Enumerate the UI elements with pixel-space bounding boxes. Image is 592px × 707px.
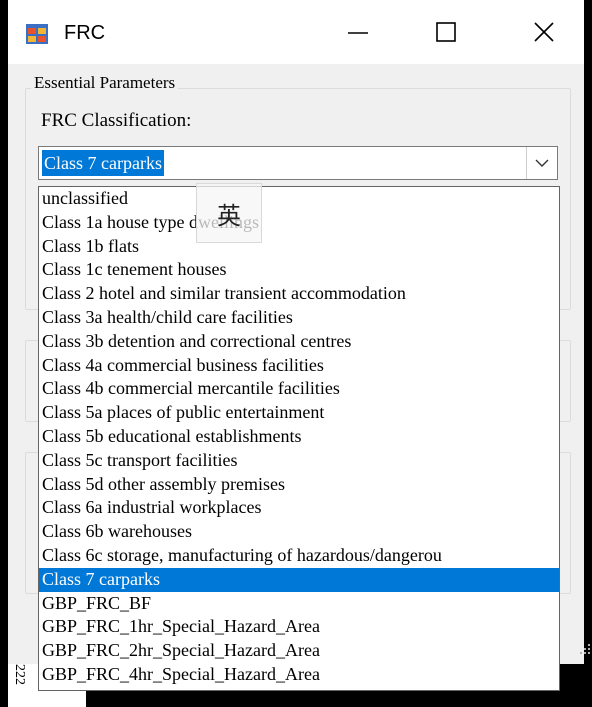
dropdown-item[interactable]: Class 6c storage, manufacturing of hazar… xyxy=(39,544,559,568)
dropdown-item[interactable]: Class 4b commercial mercantile facilitie… xyxy=(39,377,559,401)
dropdown-item[interactable]: Class 6a industrial workplaces xyxy=(39,496,559,520)
dropdown-item[interactable]: Class 3b detention and correctional cent… xyxy=(39,330,559,354)
frc-classification-label: FRC Classification: xyxy=(41,110,192,131)
dropdown-item[interactable]: Class 5c transport facilities xyxy=(39,449,559,473)
dropdown-item[interactable]: Class 3a health/child care facilities xyxy=(39,306,559,330)
title-bar[interactable]: FRC xyxy=(8,0,584,64)
maximize-icon xyxy=(436,22,456,42)
dropdown-item[interactable]: GBP_FRC_2hr_Special_Hazard_Area xyxy=(39,639,559,663)
dropdown-item[interactable]: GBP_FRC_4hr_Special_Hazard_Area xyxy=(39,663,559,687)
window-title: FRC xyxy=(64,22,106,44)
combobox-dropdown-button[interactable] xyxy=(526,147,557,179)
close-button[interactable] xyxy=(514,0,574,64)
frc-classification-combobox[interactable]: Class 7 carparks xyxy=(38,146,558,180)
dropdown-item[interactable]: GBP_FRC_1hr_Special_Hazard_Area xyxy=(39,615,559,639)
minimize-button[interactable] xyxy=(328,0,388,64)
form-app-icon xyxy=(26,24,48,44)
dropdown-item[interactable]: GBP_FRC_BF xyxy=(39,592,559,616)
close-icon xyxy=(534,22,554,42)
dropdown-item[interactable]: Class 5d other assembly premises xyxy=(39,473,559,497)
dropdown-item[interactable]: Class 5a places of public entertainment xyxy=(39,401,559,425)
dropdown-item[interactable]: Class 1a house type dwellings xyxy=(39,211,559,235)
background-text: 222 xyxy=(12,664,27,685)
dropdown-item[interactable]: Class 6b warehouses xyxy=(39,520,559,544)
chevron-down-icon xyxy=(535,159,549,167)
maximize-button[interactable] xyxy=(416,0,476,64)
minimize-icon xyxy=(348,32,368,34)
dropdown-item[interactable]: Class 1b flats xyxy=(39,235,559,259)
combobox-selected-value: Class 7 carparks xyxy=(42,150,164,176)
dropdown-item[interactable]: Class 4a commercial business facilities xyxy=(39,354,559,378)
frc-classification-dropdown-list[interactable]: unclassified Class 1a house type dwelling… xyxy=(38,186,560,691)
dropdown-item[interactable]: Class 1c tenement houses xyxy=(39,258,559,282)
resize-grip-icon[interactable] xyxy=(574,640,592,658)
group-legend: Essential Parameters xyxy=(31,72,179,94)
dropdown-item[interactable]: Class 7 carparks xyxy=(39,567,559,592)
dropdown-item[interactable]: Class 5b educational establishments xyxy=(39,425,559,449)
dropdown-item[interactable]: unclassified xyxy=(39,187,559,211)
ime-indicator: 英 xyxy=(196,183,262,243)
dropdown-item[interactable]: Class 2 hotel and similar transient acco… xyxy=(39,282,559,306)
